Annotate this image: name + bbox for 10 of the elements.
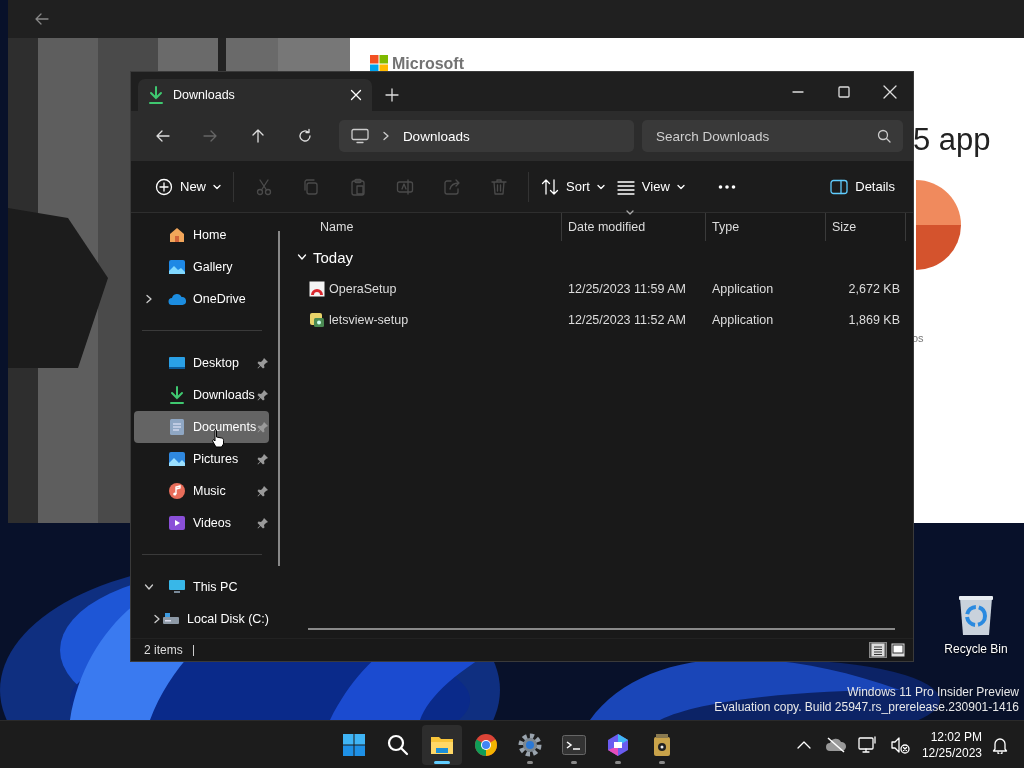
- start-icon: [343, 733, 365, 756]
- bell-icon[interactable]: [992, 735, 1008, 754]
- bag-icon: [652, 732, 672, 757]
- terminal-icon: [562, 734, 586, 755]
- clock[interactable]: 12:02 PM 12/25/2023: [921, 728, 982, 761]
- folder-button[interactable]: [422, 724, 462, 765]
- copilot-icon: [606, 732, 630, 757]
- gear-icon: [518, 732, 542, 757]
- search-icon: [387, 733, 409, 756]
- browser-icon: [474, 732, 498, 757]
